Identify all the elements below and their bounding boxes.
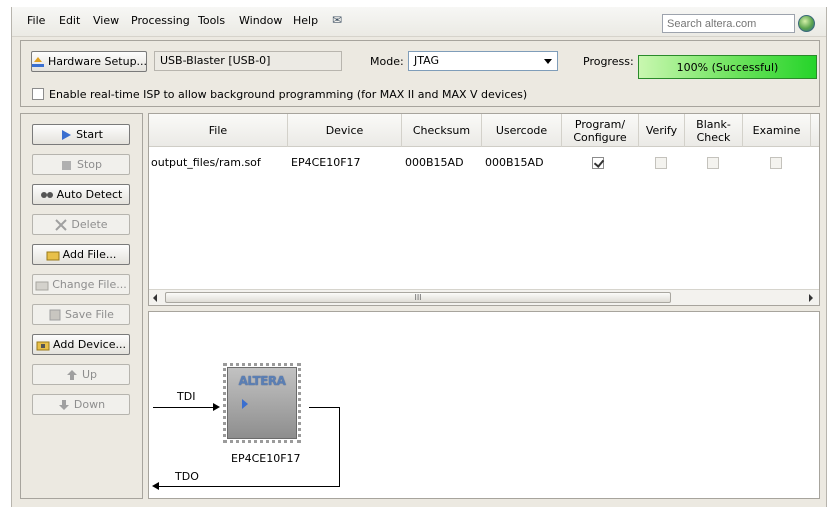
chat-help-icon[interactable]: ✉ (332, 13, 342, 27)
progress-label: Progress: (583, 55, 634, 68)
column-usercode[interactable]: Usercode (482, 114, 562, 147)
menu-edit[interactable]: Edit (59, 14, 80, 27)
tdi-arrow-icon (213, 403, 220, 411)
globe-icon[interactable] (798, 15, 815, 32)
add-device-button[interactable]: Add Device... (32, 334, 130, 355)
mode-select[interactable]: JTAG (408, 51, 558, 71)
isp-label: Enable real-time ISP to allow background… (49, 88, 528, 101)
menu-window[interactable]: Window (239, 14, 282, 27)
tdi-wire (153, 407, 215, 408)
progress-bar: 100% (Successful) (638, 55, 817, 79)
column-file[interactable]: File (149, 114, 288, 147)
tdi-label: TDI (177, 390, 196, 403)
save-file-button[interactable]: Save File (32, 304, 130, 325)
scroll-left-icon[interactable] (153, 294, 157, 302)
hardware-setup-icon (31, 56, 45, 68)
start-label: Start (76, 128, 103, 141)
play-icon (242, 399, 248, 409)
column-checksum[interactable]: Checksum (402, 114, 482, 147)
change-file-label: Change File... (52, 278, 127, 291)
row-device: EP4CE10F17 (291, 156, 361, 169)
column-blank-check[interactable]: Blank- Check (685, 114, 743, 147)
action-panel: Start Stop Auto Detect Delete Add File..… (20, 113, 143, 499)
isp-checkbox[interactable] (32, 88, 44, 100)
stop-button[interactable]: Stop (32, 154, 130, 175)
menu-processing[interactable]: Processing (131, 14, 190, 27)
save-icon (48, 309, 62, 321)
up-button[interactable]: Up (32, 364, 130, 385)
chevron-down-icon (544, 59, 552, 64)
chip-name: EP4CE10F17 (231, 452, 301, 465)
delete-label: Delete (71, 218, 108, 231)
row-file: output_files/ram.sof (151, 156, 261, 169)
start-icon (59, 129, 73, 141)
up-label: Up (81, 368, 98, 381)
menu-help[interactable]: Help (293, 14, 318, 27)
tdo-arrow-icon (152, 482, 159, 490)
menu-view[interactable]: View (93, 14, 119, 27)
tdo-wire-out (309, 407, 340, 408)
tdo-label: TDO (175, 470, 199, 483)
program-checkbox[interactable] (592, 157, 604, 169)
add-file-label: Add File... (62, 248, 117, 261)
row-checksum: 000B15AD (405, 156, 464, 169)
delete-icon (54, 218, 68, 231)
hardware-panel: Hardware Setup... USB-Blaster [USB-0] Mo… (20, 40, 820, 107)
column-verify[interactable]: Verify (639, 114, 685, 147)
blank-check-checkbox[interactable] (707, 157, 719, 169)
mode-select-value: JTAG (414, 54, 439, 67)
scroll-grip: III (414, 293, 422, 302)
arrow-up-icon (65, 369, 79, 381)
down-button[interactable]: Down (32, 394, 130, 415)
mode-label: Mode: (370, 55, 404, 68)
row-usercode: 000B15AD (485, 156, 544, 169)
auto-detect-icon (40, 189, 54, 201)
start-button[interactable]: Start (32, 124, 130, 145)
search-input[interactable] (662, 14, 795, 33)
tdo-wire-down (339, 407, 340, 486)
delete-button[interactable]: Delete (32, 214, 130, 235)
change-file-icon (35, 279, 49, 291)
column-program-configure[interactable]: Program/ Configure (562, 114, 639, 147)
horizontal-scrollbar[interactable]: III (149, 289, 819, 305)
programmer-window: File Edit View Processing Tools Window H… (11, 7, 827, 507)
add-file-button[interactable]: Add File... (32, 244, 130, 265)
verify-checkbox[interactable] (655, 157, 667, 169)
change-file-button[interactable]: Change File... (32, 274, 130, 295)
tdo-wire-back (157, 486, 340, 487)
column-examine[interactable]: Examine (743, 114, 811, 147)
column-device[interactable]: Device (288, 114, 402, 147)
menu-tools[interactable]: Tools (198, 14, 225, 27)
altera-logo: ALTERA (238, 374, 286, 388)
save-file-label: Save File (65, 308, 114, 321)
folder-icon (46, 249, 60, 261)
jtag-chain-diagram: TDI ALTERA EP4CE10F17 TDO (148, 311, 820, 499)
scroll-thumb[interactable]: III (165, 292, 671, 303)
add-device-label: Add Device... (53, 338, 126, 351)
down-label: Down (73, 398, 106, 411)
stop-label: Stop (76, 158, 102, 171)
auto-detect-label: Auto Detect (56, 188, 123, 201)
table-header: File Device Checksum Usercode Program/ C… (149, 114, 819, 147)
hardware-field: USB-Blaster [USB-0] (154, 51, 342, 71)
scroll-right-icon[interactable] (809, 294, 813, 302)
examine-checkbox[interactable] (770, 157, 782, 169)
hardware-setup-label: Hardware Setup... (47, 55, 148, 68)
menu-file[interactable]: File (27, 14, 45, 27)
device-chip[interactable]: ALTERA (227, 367, 297, 439)
stop-icon (60, 159, 74, 171)
device-table: File Device Checksum Usercode Program/ C… (148, 113, 820, 306)
add-device-icon (36, 339, 50, 351)
arrow-down-icon (57, 399, 71, 411)
menu-bar: File Edit View Processing Tools Window H… (12, 7, 826, 37)
auto-detect-button[interactable]: Auto Detect (32, 184, 130, 205)
progress-text: 100% (Successful) (676, 60, 779, 74)
hardware-setup-button[interactable]: Hardware Setup... (31, 51, 147, 72)
